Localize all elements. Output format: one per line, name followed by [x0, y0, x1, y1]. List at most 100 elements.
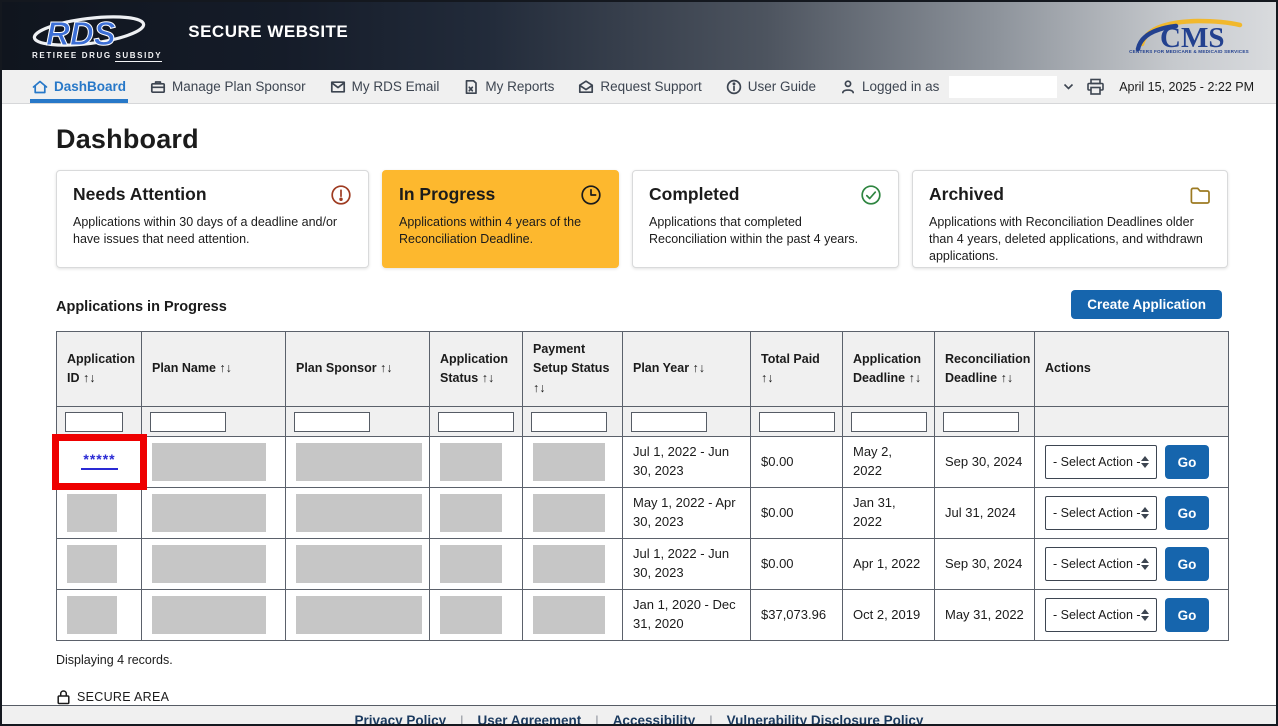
application-status-cell [430, 590, 523, 641]
table-row: May 1, 2022 - Apr 30, 2023$0.00Jan 31, 2… [57, 488, 1229, 539]
filter-input-total-paid[interactable] [759, 412, 835, 432]
filter-input-reconciliation-deadline[interactable] [943, 412, 1019, 432]
column-header-payment-setup-status[interactable]: Payment Setup Status ↑↓ [523, 332, 623, 407]
table-row: Jan 1, 2020 - Dec 31, 2020$37,073.96Oct … [57, 590, 1229, 641]
column-header-total-paid[interactable]: Total Paid ↑↓ [751, 332, 843, 407]
filter-input-application-id[interactable] [65, 412, 123, 432]
filter-input-payment-setup-status[interactable] [531, 412, 607, 432]
plan-name-cell [142, 590, 286, 641]
footer-separator: | [595, 713, 598, 726]
select-action-dropdown[interactable]: - Select Action - [1045, 598, 1157, 632]
svg-text:CMS: CMS [1160, 22, 1224, 52]
print-icon[interactable] [1086, 78, 1105, 96]
sort-icon[interactable]: ↑↓ [482, 371, 495, 385]
card-in-progress[interactable]: In ProgressApplications within 4 years o… [382, 170, 619, 268]
redacted-value [533, 443, 605, 481]
cms-subtext: CENTERS FOR MEDICARE & MEDICAID SERVICES [1129, 49, 1249, 54]
page-title: Dashboard [56, 124, 1222, 155]
section-title: Applications in Progress [56, 299, 227, 319]
column-header-plan-name[interactable]: Plan Name ↑↓ [142, 332, 286, 407]
card-title: Archived [929, 184, 1004, 205]
application-id-cell [57, 488, 142, 539]
footer-link-accessibility[interactable]: Accessibility [613, 713, 696, 726]
redacted-value [296, 443, 422, 481]
go-button[interactable]: Go [1165, 547, 1209, 581]
briefcase-icon [150, 79, 166, 95]
sort-icon[interactable]: ↑↓ [761, 371, 774, 385]
secure-area: SECURE AREA [56, 689, 1222, 705]
nav-item-user-guide[interactable]: User Guide [726, 70, 816, 103]
nav-item-my-reports[interactable]: My Reports [463, 70, 554, 103]
column-header-application-deadline[interactable]: Application Deadline ↑↓ [843, 332, 935, 407]
application-status-cell [430, 488, 523, 539]
nav-item-label: My RDS Email [352, 79, 440, 94]
nav-item-logged-in-as[interactable]: Logged in as [840, 70, 1074, 103]
sort-icon[interactable]: ↑↓ [1001, 371, 1014, 385]
card-description: Applications with Reconciliation Deadlin… [929, 214, 1211, 265]
site-header: RDS Retiree Drug Subsidy SECURE WEBSITE … [2, 2, 1276, 70]
go-button[interactable]: Go [1165, 445, 1209, 479]
plan-name-cell [142, 539, 286, 590]
secure-area-label: SECURE AREA [77, 690, 169, 704]
nav-item-my-rds-email[interactable]: My RDS Email [330, 70, 440, 103]
create-application-button[interactable]: Create Application [1071, 290, 1222, 319]
filter-cell [286, 407, 430, 437]
redacted-value [440, 596, 502, 634]
secure-website-title: SECURE WEBSITE [188, 22, 348, 42]
nav-item-manage-plan-sponsor[interactable]: Manage Plan Sponsor [150, 70, 306, 103]
sort-icon[interactable]: ↑↓ [219, 361, 232, 375]
sort-icon[interactable]: ↑↓ [83, 371, 96, 385]
table-row: *****Jul 1, 2022 - Jun 30, 2023$0.00May … [57, 437, 1229, 488]
footer-link-vulnerability-disclosure-policy[interactable]: Vulnerability Disclosure Policy [727, 713, 924, 726]
select-action-dropdown[interactable]: - Select Action - [1045, 547, 1157, 581]
column-header-plan-year[interactable]: Plan Year ↑↓ [623, 332, 751, 407]
reconciliation-deadline-cell: May 31, 2022 [935, 590, 1035, 641]
card-title: In Progress [399, 184, 495, 205]
redacted-value [152, 545, 266, 583]
column-header-application-id[interactable]: Application ID ↑↓ [57, 332, 142, 407]
filter-cell [1035, 407, 1229, 437]
datetime: April 15, 2025 - 2:22 PM [1119, 80, 1254, 94]
nav-item-dashboard[interactable]: DashBoard [32, 70, 126, 103]
filter-cell [523, 407, 623, 437]
card-archived[interactable]: Archived Applications with Reconciliation… [912, 170, 1228, 268]
redacted-value [152, 494, 266, 532]
filter-input-plan-year[interactable] [631, 412, 707, 432]
nav-item-label: My Reports [485, 79, 554, 94]
alert-circle-icon [330, 184, 352, 206]
payment-setup-status-cell [523, 590, 623, 641]
column-header-plan-sponsor[interactable]: Plan Sponsor ↑↓ [286, 332, 430, 407]
redacted-value [440, 494, 502, 532]
select-action-dropdown[interactable]: - Select Action - [1045, 445, 1157, 479]
column-header-reconciliation-deadline[interactable]: Reconciliation Deadline ↑↓ [935, 332, 1035, 407]
footer-link-privacy-policy[interactable]: Privacy Policy [355, 713, 447, 726]
dashboard-cards: Needs AttentionApplications within 30 da… [56, 170, 1222, 268]
card-completed[interactable]: CompletedApplications that completed Rec… [632, 170, 899, 268]
filter-input-application-status[interactable] [438, 412, 514, 432]
go-button[interactable]: Go [1165, 496, 1209, 530]
select-action-dropdown[interactable]: - Select Action - [1045, 496, 1157, 530]
select-action-label: - Select Action - [1053, 453, 1141, 471]
sort-icon[interactable]: ↑↓ [693, 361, 706, 375]
redacted-value [533, 545, 605, 583]
column-header-application-status[interactable]: Application Status ↑↓ [430, 332, 523, 407]
go-button[interactable]: Go [1165, 598, 1209, 632]
application-id-link[interactable]: ***** [81, 454, 117, 470]
select-arrows-icon [1141, 507, 1149, 519]
filter-input-plan-sponsor[interactable] [294, 412, 370, 432]
filter-input-application-deadline[interactable] [851, 412, 927, 432]
footer-link-user-agreement[interactable]: User Agreement [478, 713, 582, 726]
sort-icon[interactable]: ↑↓ [533, 381, 546, 395]
nav-item-request-support[interactable]: Request Support [578, 70, 701, 103]
rds-logo-icon: RDS [30, 13, 148, 55]
filter-input-plan-name[interactable] [150, 412, 226, 432]
redacted-value [152, 443, 266, 481]
sort-icon[interactable]: ↑↓ [909, 371, 922, 385]
card-needs-attention[interactable]: Needs AttentionApplications within 30 da… [56, 170, 369, 268]
sort-icon[interactable]: ↑↓ [380, 361, 393, 375]
redacted-value [533, 596, 605, 634]
plan-sponsor-cell [286, 590, 430, 641]
chevron-down-icon[interactable] [1063, 83, 1074, 90]
card-description: Applications within 30 days of a deadlin… [73, 214, 352, 248]
application-id-cell [57, 539, 142, 590]
